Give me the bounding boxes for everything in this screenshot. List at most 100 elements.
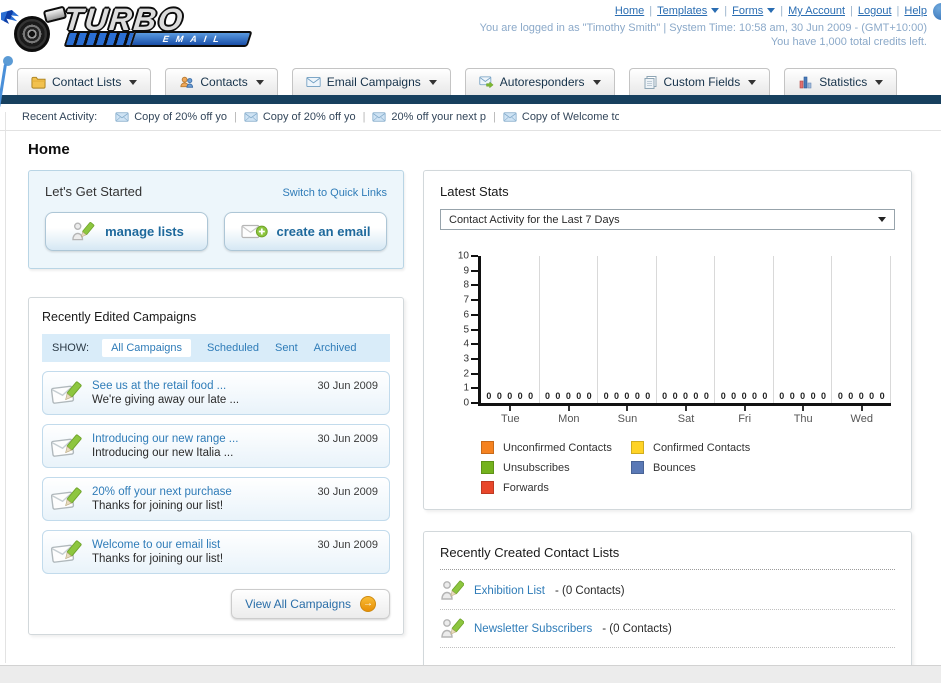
legend-label: Unconfirmed Contacts — [503, 441, 612, 454]
bar-value: 0 — [869, 391, 875, 401]
legend-swatch — [631, 461, 644, 474]
legend-label: Confirmed Contacts — [653, 441, 751, 454]
x-tick-label: Thu — [774, 406, 833, 425]
campaigns-title: Recently Edited Campaigns — [42, 310, 197, 324]
recent-activity-item[interactable]: 20% off your next p — [372, 111, 486, 123]
contact-list-row[interactable]: Exhibition List - (0 Contacts) — [440, 572, 895, 610]
y-tick-mark — [471, 328, 478, 331]
campaign-title-link[interactable]: Introducing our new range ... — [92, 433, 238, 445]
flame-icon — [1, 10, 19, 24]
latest-stats-panel: Latest Stats Contact Activity for the La… — [423, 170, 912, 510]
view-all-campaigns-button[interactable]: View All Campaigns → — [231, 589, 390, 619]
top-nav-help[interactable]: Help — [904, 5, 927, 17]
filter-all-campaigns[interactable]: All Campaigns — [102, 339, 191, 357]
tab-contacts[interactable]: Contacts — [165, 68, 278, 95]
campaign-row[interactable]: Introducing our new range ... Introducing… — [42, 424, 390, 468]
bar-value: 0 — [624, 391, 630, 401]
bar-value-labels: 00000 — [598, 391, 656, 401]
y-tick-mark — [471, 343, 478, 346]
contact-list-count: - (0 Contacts) — [554, 584, 625, 597]
bar-value: 0 — [662, 391, 668, 401]
create-an-email-button[interactable]: create an email — [224, 212, 387, 251]
tab-label: Contact Lists — [52, 75, 122, 89]
x-tick-label: Tue — [481, 406, 540, 425]
app-window: TURBO EMAIL Home | Templates | Forms | My Acco… — [0, 0, 941, 683]
bar-value: 0 — [810, 391, 816, 401]
campaign-title-link[interactable]: See us at the retail food ... — [92, 380, 239, 392]
bar-value: 0 — [820, 391, 826, 401]
campaign-row[interactable]: Welcome to our email list Thanks for join… — [42, 530, 390, 574]
bar-value: 0 — [751, 391, 757, 401]
left-divider — [5, 112, 6, 663]
login-status: You are logged in as "Timothy Smith" | S… — [479, 22, 927, 34]
envelope-edit-icon — [51, 539, 83, 565]
help-bubble-icon[interactable] — [933, 3, 941, 20]
turbo-email-logo[interactable]: TURBO EMAIL — [1, 2, 253, 54]
tab-label: Email Campaigns — [326, 75, 421, 89]
campaigns-filter-bar: SHOW: All Campaigns Scheduled Sent Archived — [42, 334, 390, 362]
tab-custom-fields[interactable]: Custom Fields — [628, 68, 771, 95]
recent-activity-item[interactable]: Copy of 20% off yo — [244, 111, 356, 123]
top-nav-forms[interactable]: Forms — [732, 5, 763, 17]
campaign-date: 30 Jun 2009 — [317, 539, 378, 551]
filter-archived[interactable]: Archived — [314, 342, 357, 354]
campaign-subtitle: Thanks for joining our list! — [92, 553, 224, 565]
contact-list-link[interactable]: Newsletter Subscribers — [474, 623, 592, 635]
bar-value: 0 — [731, 391, 737, 401]
chart-day-group: 00000 — [715, 256, 774, 403]
folder-icon — [31, 75, 46, 89]
button-label: manage lists — [105, 224, 184, 239]
campaign-row[interactable]: See us at the retail food ... We're givin… — [42, 371, 390, 415]
top-nav-templates[interactable]: Templates — [657, 5, 707, 17]
button-label: create an email — [276, 224, 371, 239]
bar-value: 0 — [528, 391, 534, 401]
filter-scheduled[interactable]: Scheduled — [207, 342, 259, 354]
y-tick-mark — [471, 402, 478, 404]
legend-swatch — [481, 481, 494, 494]
edit-list-icon — [440, 617, 464, 640]
filter-sent[interactable]: Sent — [275, 342, 298, 354]
campaign-title-link[interactable]: 20% off your next purchase — [92, 486, 232, 498]
bar-value: 0 — [682, 391, 688, 401]
y-tick-label: 4 — [463, 338, 469, 350]
tab-statistics[interactable]: Statistics — [784, 68, 898, 95]
caret-down-icon — [255, 79, 264, 85]
bar-value-labels: 00000 — [832, 391, 890, 401]
manage-lists-button[interactable]: manage lists — [45, 212, 208, 251]
caret-down-icon — [875, 79, 884, 85]
caret-down-icon — [428, 79, 437, 85]
legend-item-confirmed-contacts: Confirmed Contacts — [631, 441, 781, 454]
legend-swatch — [631, 441, 644, 454]
top-nav-home[interactable]: Home — [615, 5, 644, 17]
legend-item-bounces: Bounces — [631, 461, 781, 474]
contact-list-link[interactable]: Exhibition List — [474, 585, 545, 597]
tab-autoresponders[interactable]: Autoresponders — [464, 68, 615, 95]
bar-value: 0 — [879, 391, 885, 401]
campaign-subtitle: Thanks for joining our list! — [92, 500, 224, 512]
x-tick-label: Fri — [715, 406, 774, 425]
contact-list-row[interactable]: Newsletter Subscribers - (0 Contacts) — [440, 610, 895, 648]
stats-period-select[interactable]: Contact Activity for the Last 7 Days — [440, 209, 895, 230]
envelope-plus-icon — [240, 221, 268, 242]
tab-email-campaigns[interactable]: Email Campaigns — [291, 68, 451, 95]
top-nav-logout[interactable]: Logout — [858, 5, 892, 17]
recent-activity-item[interactable]: Copy of 20% off yo — [115, 111, 227, 123]
y-tick-mark — [471, 357, 478, 360]
header: TURBO EMAIL Home | Templates | Forms | My Acco… — [0, 0, 941, 66]
campaign-title-link[interactable]: Welcome to our email list — [92, 539, 223, 551]
y-tick-label: 10 — [457, 250, 469, 262]
top-nav-my-account[interactable]: My Account — [788, 5, 845, 17]
logo-subtitle: EMAIL — [161, 34, 228, 44]
tab-label: Custom Fields — [663, 75, 741, 89]
legend-label: Bounces — [653, 461, 696, 474]
chart-day-group: 00000 — [774, 256, 833, 403]
y-tick-mark — [471, 299, 478, 302]
bar-value-labels: 00000 — [657, 391, 715, 401]
recent-activity-item[interactable]: Copy of Welcome to — [503, 111, 619, 123]
envelope-sm-icon — [115, 112, 129, 122]
campaign-row[interactable]: 20% off your next purchase Thanks for joi… — [42, 477, 390, 521]
bar-chart-icon — [798, 75, 813, 89]
switch-to-quick-links-link[interactable]: Switch to Quick Links — [282, 187, 387, 199]
tab-contact-lists[interactable]: Contact Lists — [17, 68, 152, 95]
y-tick-label: 0 — [463, 397, 469, 409]
